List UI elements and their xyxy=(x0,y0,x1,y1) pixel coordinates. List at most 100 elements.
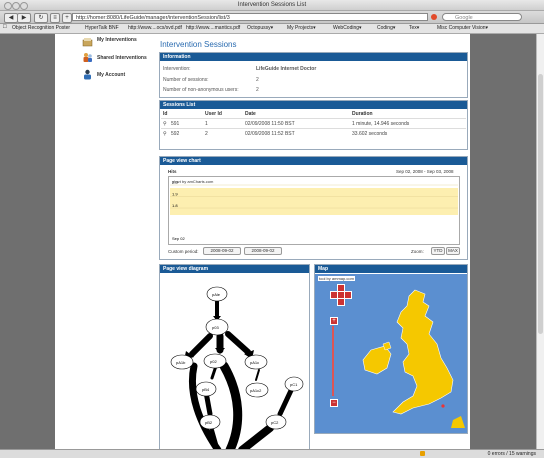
interventions-icon xyxy=(82,38,93,47)
stop-icon[interactable] xyxy=(431,14,437,20)
table-row[interactable]: ⚲ 591 1 02/09/2008 11:50 BST 1 minute, 1… xyxy=(161,118,466,128)
browser-toolbar: ◀ ▶ ↻ ≡ + http://homer:8080/LifeGuide/ma… xyxy=(0,11,544,24)
session-date: 02/09/2008 11:52 BST xyxy=(245,131,295,137)
pan-down-icon[interactable] xyxy=(337,298,345,306)
info-label: Intervention: xyxy=(163,66,191,72)
y-tick-label: 2.0 xyxy=(172,180,178,185)
shared-users-icon xyxy=(83,53,92,62)
pan-right-icon[interactable] xyxy=(344,291,352,299)
panel-header: Information xyxy=(160,53,467,61)
bookmark-item[interactable]: Octopussy▾ xyxy=(247,25,273,31)
title-bar: Intervention Sessions List xyxy=(0,0,544,11)
magnifier-icon[interactable]: ⚲ xyxy=(163,131,167,137)
diagram-node-label: pC2 xyxy=(271,420,279,425)
page-flow-diagram: pAle p03 pA1b p02 pA1c pB4 pA1c2 pC1 pB2… xyxy=(170,286,304,450)
y-tick-label: 1.9 xyxy=(172,192,178,197)
period-from-input[interactable]: 2008-09-02 xyxy=(203,247,241,255)
bookmark-item[interactable]: Misc Computer Vision▾ xyxy=(437,25,488,31)
bookmark-item[interactable]: My Projects▾ xyxy=(287,25,316,31)
map-viewport[interactable]: tool by ammap.com + − xyxy=(315,274,467,433)
user-id: 2 xyxy=(205,131,208,137)
bookmarks-bar: □ Object Recognition Poster HyperTalk BN… xyxy=(0,24,544,34)
info-value: LifeGuide Internet Doctor xyxy=(256,66,317,72)
search-placeholder: Google xyxy=(455,15,473,21)
scrollbar-thumb[interactable] xyxy=(538,74,543,334)
magnifier-icon[interactable]: ⚲ xyxy=(163,121,167,127)
y-tick-label: 1.8 xyxy=(172,203,178,208)
sidebar-item-label: Shared Interventions xyxy=(97,55,147,61)
diagram-node-label: pA1c xyxy=(250,360,259,365)
user-icon xyxy=(84,69,91,80)
bookmark-item[interactable]: http://www....mantics.pdf xyxy=(186,25,240,31)
sessions-panel: Sessions List Id User Id Date Duration ⚲… xyxy=(159,100,468,150)
session-date: 02/09/2008 11:50 BST xyxy=(245,121,295,127)
search-field[interactable]: Google xyxy=(442,13,522,21)
location-marker-icon[interactable] xyxy=(441,404,445,408)
panel-header: Page view diagram xyxy=(160,265,309,273)
session-id[interactable]: 592 xyxy=(171,131,179,137)
x-tick-label: Sep 02 xyxy=(172,236,185,241)
uk-map xyxy=(362,289,465,428)
zoom-in-icon[interactable]: + xyxy=(330,317,338,325)
diagram-node-label: pC1 xyxy=(290,382,298,387)
column-header[interactable]: User Id xyxy=(205,111,222,117)
diagram-node-label: pB4 xyxy=(202,387,210,392)
chart-plot-area: chart by amCharts.com 2.0 1.9 1.8 Sep 02 xyxy=(168,176,460,245)
bookmark-item[interactable]: WebCoding▾ xyxy=(333,25,362,31)
series-label: Hits xyxy=(168,169,177,174)
diagram-node-label: p02 xyxy=(210,359,217,364)
chart-area-band xyxy=(170,188,458,215)
warning-icon xyxy=(420,451,425,456)
panel-header: Map xyxy=(315,265,467,273)
diagram-node-label: p03 xyxy=(212,325,219,330)
chart-svg: 2.0 1.9 1.8 Sep 02 xyxy=(170,180,458,241)
vertical-scrollbar[interactable] xyxy=(536,34,544,449)
diagram-node-label: pA1c2 xyxy=(250,388,262,393)
panel-header: Sessions List xyxy=(160,101,467,109)
page-title: Intervention Sessions xyxy=(160,40,237,49)
status-text: 0 errors / 15 warnings xyxy=(487,451,536,457)
zoom-ytd-button[interactable]: YTD xyxy=(431,247,445,255)
zoom-out-icon[interactable]: − xyxy=(330,399,338,407)
ireland-shape[interactable] xyxy=(362,345,392,375)
zoom-slider-track[interactable] xyxy=(332,326,334,396)
session-duration: 1 minute, 14.946 seconds xyxy=(352,121,410,127)
column-header[interactable]: Date xyxy=(245,111,256,117)
map-credit[interactable]: tool by ammap.com xyxy=(318,276,355,281)
bookmarks-book-icon[interactable]: □ xyxy=(3,24,7,30)
rss-icon[interactable]: ≡ xyxy=(50,13,60,23)
bookmark-item[interactable]: Tex▾ xyxy=(409,25,419,31)
user-id: 1 xyxy=(205,121,208,127)
column-header[interactable]: Id xyxy=(163,111,167,117)
bookmark-item[interactable]: Coding▾ xyxy=(377,25,395,31)
panel-header: Page view chart xyxy=(160,157,467,165)
information-panel: Information Intervention: LifeGuide Inte… xyxy=(159,52,468,98)
session-duration: 33.602 seconds xyxy=(352,131,388,137)
period-label: Custom period: xyxy=(168,249,199,254)
url-field[interactable]: http://homer:8080/LifeGuide/manager/inte… xyxy=(72,13,428,21)
sidebar-item-label: My Account xyxy=(97,72,126,78)
sidebar-item-label: My Interventions xyxy=(97,37,137,43)
great-britain-shape[interactable] xyxy=(392,289,454,415)
reload-icon[interactable]: ↻ xyxy=(34,13,48,23)
france-shape xyxy=(451,416,465,428)
table-row[interactable]: ⚲ 592 2 02/09/2008 11:52 BST 33.602 seco… xyxy=(161,128,466,138)
info-label: Number of sessions: xyxy=(163,77,209,83)
page-view-chart-panel: Page view chart Hits Sep 02, 2008 - Sep … xyxy=(159,156,468,260)
period-to-input[interactable]: 2008-09-02 xyxy=(244,247,282,255)
back-arrow-icon[interactable]: ◀ xyxy=(4,13,18,23)
column-header[interactable]: Duration xyxy=(352,111,373,117)
plus-icon[interactable]: + xyxy=(62,13,72,23)
bookmark-item[interactable]: http://www....ocs/svd.pdf xyxy=(128,25,182,31)
diagram-node-label: pA1b xyxy=(176,360,186,365)
bookmark-item[interactable]: Object Recognition Poster xyxy=(12,25,70,31)
diagram-node-label: pB2 xyxy=(205,420,213,425)
session-id[interactable]: 591 xyxy=(171,121,179,127)
forward-arrow-icon[interactable]: ▶ xyxy=(17,13,31,23)
info-value: 2 xyxy=(256,77,259,83)
zoom-max-button[interactable]: MAX xyxy=(446,247,460,255)
window-title: Intervention Sessions List xyxy=(237,2,307,8)
bookmark-item[interactable]: HyperTalk BNF xyxy=(85,25,119,31)
diagram-node-label: pAle xyxy=(212,292,221,297)
map-panel: Map tool by ammap.com + − xyxy=(314,264,468,434)
